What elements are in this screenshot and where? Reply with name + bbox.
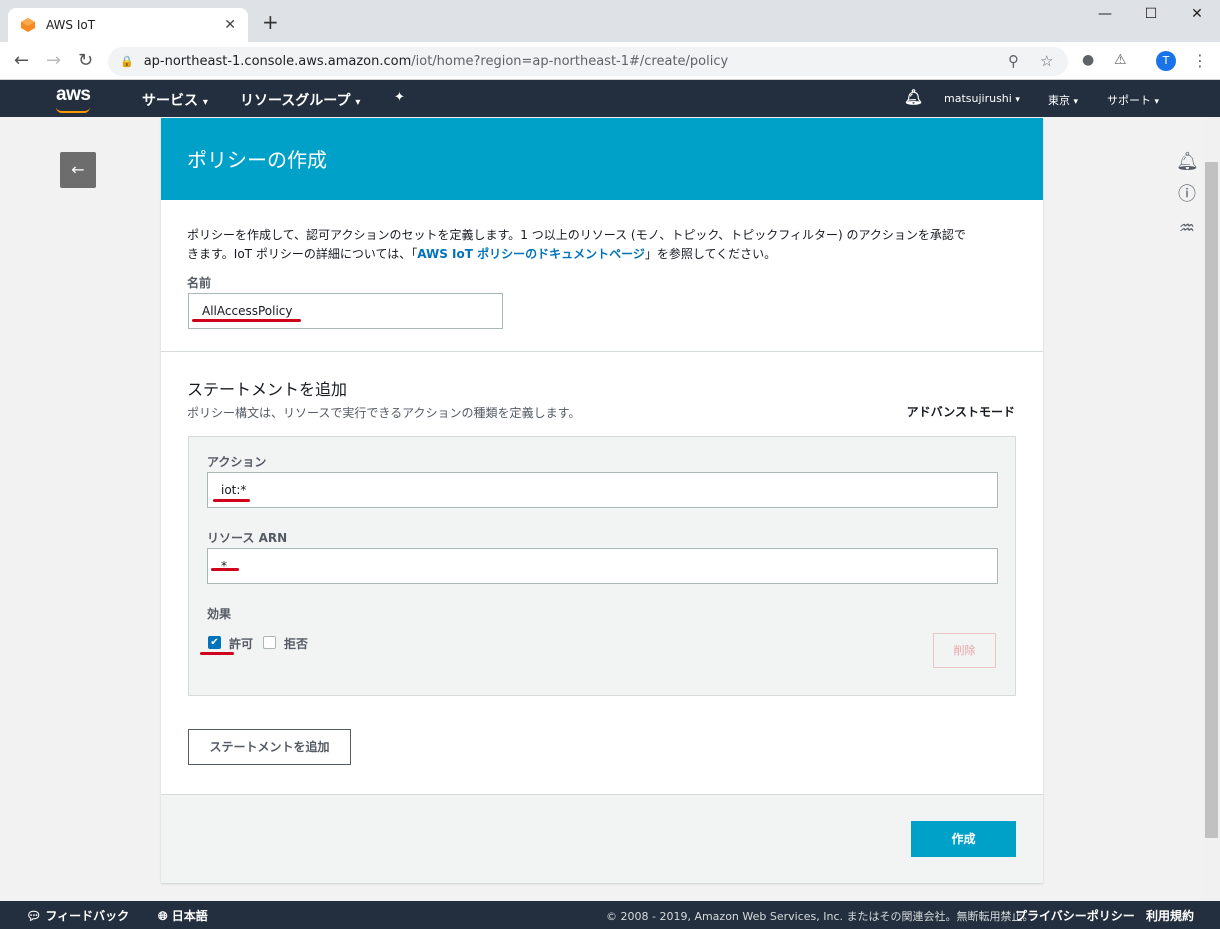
add-statement-button[interactable]: ステートメントを追加 <box>188 729 351 765</box>
extension-icon[interactable]: ● <box>1082 52 1094 68</box>
reload-icon[interactable]: ↻ <box>78 51 93 71</box>
console-footer: 💬︎ フィードバック 🌐︎ 日本語 © 2008 - 2019, Amazon … <box>0 901 1220 929</box>
region-menu[interactable]: 東京 ▾ <box>1048 92 1078 108</box>
resource-groups-menu[interactable]: リソースグループ ▾ <box>240 90 360 110</box>
description-line-1: ポリシーを作成して、認可アクションのセットを定義します。1 つ以上のリソース (… <box>187 228 966 242</box>
copyright-text: © 2008 - 2019, Amazon Web Services, Inc.… <box>606 910 1034 923</box>
deny-checkbox[interactable] <box>263 636 276 649</box>
maximize-icon[interactable]: ☐ <box>1128 6 1174 22</box>
add-statement-subtitle: ポリシー構文は、リソースで実行できるアクションの種類を定義します。 <box>187 406 581 420</box>
tab-title: AWS IoT <box>46 18 96 32</box>
delete-statement-button[interactable]: 削除 <box>933 633 996 668</box>
resource-arn-input[interactable]: * <box>207 548 998 584</box>
policy-name-input[interactable]: AllAccessPolicy <box>188 293 503 329</box>
advanced-mode-link[interactable]: アドバンストモード <box>907 403 1015 420</box>
browser-tab-bar: AWS IoT ✕ + — ☐ ✕ <box>0 0 1220 42</box>
notification-bell-icon[interactable]: 🔔︎ <box>904 88 923 106</box>
url-host: ap-northeast-1.console.aws.amazon.com <box>143 54 412 69</box>
create-button[interactable]: 作成 <box>911 821 1016 857</box>
effect-label: 効果 <box>207 607 232 621</box>
browser-tab[interactable]: AWS IoT ✕ <box>8 8 248 42</box>
action-label: アクション <box>207 455 267 469</box>
back-button[interactable]: ← <box>60 152 96 188</box>
new-tab-icon[interactable]: + <box>262 12 279 32</box>
action-input[interactable]: iot:* <box>207 472 998 508</box>
statement-panel: アクション iot:* リソース ARN * 効果 ✔ 許可 拒否 削除 <box>188 436 1016 696</box>
resource-arn-label: リソース ARN <box>207 531 288 545</box>
privacy-policy-link[interactable]: プライバシーポリシー <box>1015 907 1135 924</box>
deny-label[interactable]: 拒否 <box>284 635 308 652</box>
services-menu[interactable]: サービス ▾ <box>142 90 208 110</box>
bookmark-star-icon[interactable]: ☆ <box>1040 47 1053 76</box>
help-icon[interactable]: ⓘ <box>1176 184 1198 206</box>
annotation-underline <box>192 319 301 322</box>
policy-description: ポリシーを作成して、認可アクションのセットを定義します。1 つ以上のリソース (… <box>187 226 1017 264</box>
annotation-underline <box>213 499 250 502</box>
activity-icon[interactable]: ♒ <box>1176 218 1198 240</box>
browser-toolbar: ← → ↻ 🔒 ap-northeast-1.console.aws.amazo… <box>0 42 1220 80</box>
url-path: /iot/home?region=ap-northeast-1#/create/… <box>411 54 729 69</box>
policy-docs-link[interactable]: AWS IoT ポリシーのドキュメントページ <box>417 247 645 261</box>
account-menu[interactable]: matsujirushi ▾ <box>944 92 1020 105</box>
globe-icon: 🌐︎ <box>158 909 168 923</box>
description-line-2: きます。IoT ポリシーの詳細については、「AWS IoT ポリシーのドキュメン… <box>187 247 777 261</box>
window-close-icon[interactable]: ✕ <box>1174 6 1220 22</box>
terms-link[interactable]: 利用規約 <box>1146 907 1194 924</box>
support-menu[interactable]: サポート ▾ <box>1107 92 1159 108</box>
scrollbar-thumb[interactable] <box>1205 162 1218 838</box>
profile-avatar[interactable]: T <box>1156 51 1176 71</box>
annotation-underline <box>200 652 234 655</box>
lock-icon: 🔒 <box>120 55 134 68</box>
back-arrow-icon[interactable]: ← <box>14 51 29 71</box>
address-bar[interactable]: 🔒 ap-northeast-1.console.aws.amazon.com /… <box>108 47 1068 76</box>
allow-checkbox[interactable]: ✔ <box>208 636 221 649</box>
card-footer: 作成 <box>161 794 1043 883</box>
page-title: ポリシーの作成 <box>161 118 1043 200</box>
aws-logo[interactable]: aws <box>56 84 91 106</box>
create-policy-card: ポリシーの作成 ポリシーを作成して、認可アクションのセットを定義します。1 つ以… <box>161 118 1043 883</box>
language-selector[interactable]: 🌐︎ 日本語 <box>158 907 208 924</box>
browser-menu-icon[interactable]: ⋮ <box>1192 51 1208 70</box>
zoom-icon[interactable]: ⚲ <box>1008 47 1019 76</box>
feedback-link[interactable]: 💬︎ フィードバック <box>26 907 129 924</box>
add-statement-heading: ステートメントを追加 <box>187 380 348 399</box>
notification-icon[interactable]: 🔔︎ <box>1176 151 1199 173</box>
allow-label[interactable]: 許可 <box>229 635 253 652</box>
forward-arrow-icon[interactable]: → <box>46 51 61 71</box>
name-label: 名前 <box>187 276 212 290</box>
minimize-icon[interactable]: — <box>1082 6 1128 22</box>
aws-nav-bar: aws サービス ▾ リソースグループ ▾ ✦ 🔔︎ matsujirushi … <box>0 80 1220 117</box>
annotation-underline <box>211 568 239 571</box>
aws-iot-favicon-icon <box>21 18 35 32</box>
speech-bubble-icon: 💬︎ <box>26 909 42 923</box>
section-divider <box>161 351 1043 352</box>
extension-2-icon[interactable]: ⚠ <box>1114 52 1127 68</box>
pin-icon[interactable]: ✦ <box>394 90 405 105</box>
tab-close-icon[interactable]: ✕ <box>224 17 236 33</box>
aws-logo-smile <box>56 107 90 113</box>
